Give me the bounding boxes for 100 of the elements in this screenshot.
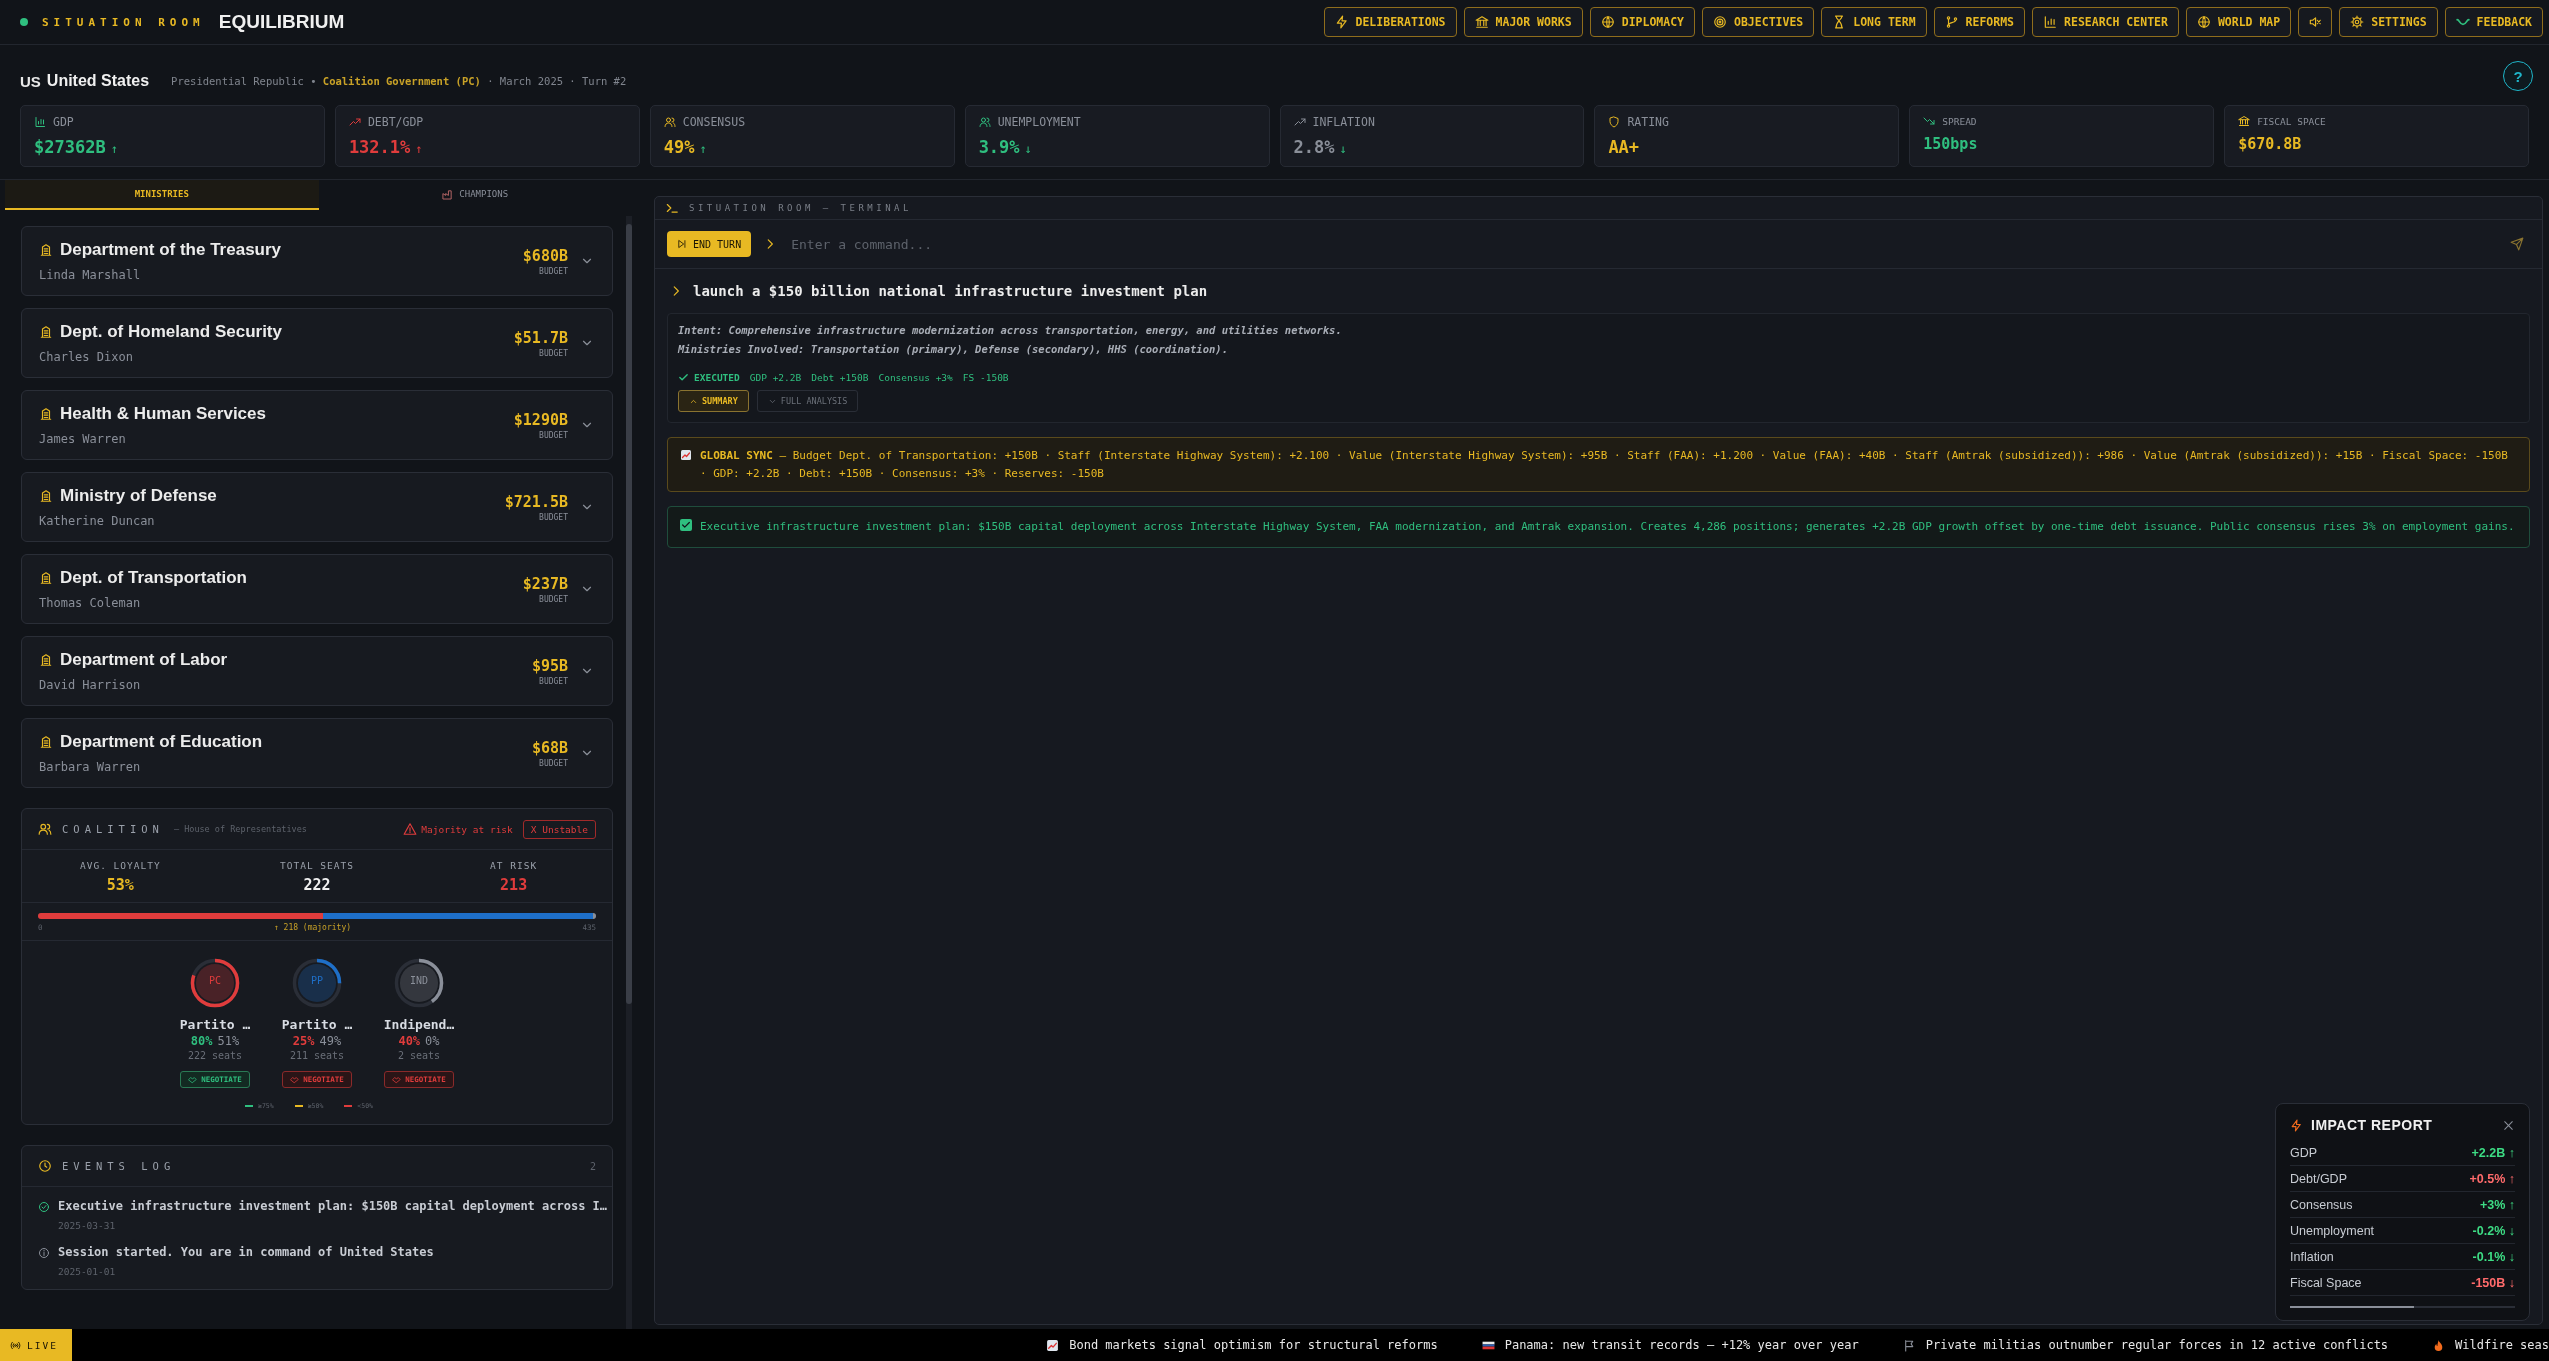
status-badge: X Unstable bbox=[522, 819, 596, 839]
minister-name: James Warren bbox=[39, 432, 127, 446]
ministry-card[interactable]: Department of the Treasury Linda Marshall $680B BUDGET bbox=[21, 226, 613, 296]
seat-share: 49% bbox=[319, 1034, 342, 1048]
nav-button[interactable]: SETTINGS bbox=[2339, 7, 2438, 37]
app-title: EQUILIBRIUM bbox=[218, 11, 345, 33]
ministry-card[interactable]: Dept. of Homeland Security Charles Dixon $51.7B BUDGET bbox=[21, 308, 613, 378]
ministry-card[interactable]: Department of Education Barbara Warren $68B BUDGET bbox=[21, 718, 613, 788]
loyalty-value: 40% bbox=[398, 1034, 421, 1048]
nav-button[interactable]: DELIBERATIONS bbox=[1323, 7, 1457, 37]
metric-value: +0.5% ↑ bbox=[2469, 1171, 2515, 1186]
nav-button[interactable]: REFORMS bbox=[1933, 7, 2026, 37]
ministry-name: Department of the Treasury bbox=[60, 240, 282, 260]
metric-label: Inflation bbox=[2290, 1249, 2334, 1264]
budget-label: BUDGET bbox=[539, 676, 568, 686]
trend-arrow: ↓ bbox=[1339, 142, 1347, 156]
effect-text: Debt +150B bbox=[811, 372, 869, 383]
nav-button[interactable]: WORLD MAP bbox=[2185, 7, 2292, 37]
seat-count: 211 seats bbox=[289, 1050, 345, 1061]
event-text: Executive infrastructure investment plan: $150B capital deployment across I… bbox=[58, 1199, 608, 1213]
party-name: Partito … bbox=[281, 1017, 353, 1032]
ministry-name: Ministry of Defense bbox=[60, 486, 217, 506]
metric-value: -0.2% ↓ bbox=[2472, 1223, 2515, 1238]
intent-text: Intent: Comprehensive infrastructure modernization across transportation, energy, and utilities networks. bbox=[678, 324, 1343, 336]
nav-button[interactable]: LONG TERM bbox=[1821, 7, 1927, 37]
metric-label: Fiscal Space bbox=[2290, 1275, 2362, 1290]
ministry-name: Dept. of Homeland Security bbox=[60, 322, 282, 342]
loyalty-value: 80% bbox=[190, 1034, 213, 1048]
metric-label: Consensus bbox=[2290, 1197, 2353, 1212]
tab[interactable]: MINISTRIES bbox=[5, 180, 319, 210]
party-abbreviation: PC bbox=[207, 975, 222, 986]
party-name: Indipend… bbox=[383, 1017, 455, 1032]
ministry-card[interactable]: Health & Human Services James Warren $1290B BUDGET bbox=[21, 390, 613, 460]
view-toggle[interactable]: SUMMARY bbox=[678, 390, 749, 412]
budget-label: BUDGET bbox=[539, 512, 568, 522]
command-field[interactable]: Enter a command... bbox=[789, 235, 2498, 253]
chamber-label: — House of Representatives bbox=[173, 824, 307, 834]
nav-button[interactable]: FEEDBACK bbox=[2444, 7, 2543, 37]
kpi-label: INFLATION bbox=[1312, 115, 1375, 129]
panel-title: SITUATION ROOM — TERMINAL bbox=[689, 203, 912, 213]
ticker-text: Bond markets signal optimism for structural reforms bbox=[1069, 1338, 1438, 1352]
country-name: United States bbox=[46, 72, 150, 90]
ticker-text: Private militias outnumber regular forces in 12 active conflicts bbox=[1925, 1338, 2389, 1352]
kpi-value: 132.1% bbox=[348, 137, 411, 157]
kpi-value: $27362B bbox=[34, 137, 106, 157]
majority-label: ↑ 218 (majority) bbox=[273, 923, 351, 932]
party-abbreviation: IND bbox=[408, 975, 430, 986]
nav-button[interactable]: DIPLOMACY bbox=[1589, 7, 1695, 37]
kpi-label: SPREAD bbox=[1942, 115, 1977, 127]
budget-label: BUDGET bbox=[539, 430, 568, 440]
ministry-name: Dept. of Transportation bbox=[60, 568, 247, 588]
trend-arrow: ↑ bbox=[699, 142, 707, 156]
stat-label: AT RISK bbox=[490, 860, 538, 871]
stat-label: TOTAL SEATS bbox=[280, 860, 354, 871]
kpi-label: DEBT/GDP bbox=[367, 115, 424, 129]
metric-value: -150B ↓ bbox=[2471, 1275, 2515, 1290]
country-code: US bbox=[20, 72, 41, 90]
nav-button[interactable]: MAJOR WORKS bbox=[1463, 7, 1583, 37]
stat-value: 213 bbox=[500, 876, 528, 894]
kpi-value: 150bps bbox=[1923, 135, 1978, 153]
ministry-card[interactable]: Dept. of Transportation Thomas Coleman $237B BUDGET bbox=[21, 554, 613, 624]
event-date: 2025-01-01 bbox=[58, 1266, 117, 1277]
minister-name: Linda Marshall bbox=[39, 268, 142, 282]
party-abbreviation: PP bbox=[309, 975, 324, 986]
seat-count: 2 seats bbox=[397, 1050, 441, 1061]
metric-value: +3% ↑ bbox=[2479, 1197, 2515, 1212]
ministry-card[interactable]: Ministry of Defense Katherine Duncan $721.5B BUDGET bbox=[21, 472, 613, 542]
ticker-text: Wildfire seas bbox=[2455, 1338, 2549, 1352]
trend-arrow: ↑ bbox=[415, 142, 423, 156]
event-date: 2025-03-31 bbox=[58, 1220, 117, 1231]
budget-value: $68B bbox=[531, 738, 568, 757]
kpi-label: CONSENSUS bbox=[682, 115, 746, 129]
status-label: EXECUTED bbox=[694, 372, 740, 383]
stat-value: 222 bbox=[303, 876, 331, 894]
nav-button[interactable]: OBJECTIVES bbox=[1702, 7, 1815, 37]
trend-arrow: ↓ bbox=[1024, 142, 1032, 156]
stat-value: 53% bbox=[106, 876, 134, 894]
budget-label: BUDGET bbox=[539, 594, 568, 604]
budget-value: $237B bbox=[522, 574, 568, 593]
budget-label: BUDGET bbox=[539, 266, 568, 276]
nav-button[interactable]: RESEARCH CENTER bbox=[2032, 7, 2179, 37]
panel-title: EVENTS LOG bbox=[62, 1160, 176, 1172]
ministry-name: Department of Labor bbox=[60, 650, 228, 670]
budget-value: $721.5B bbox=[504, 492, 568, 511]
ministry-card[interactable]: Department of Labor David Harrison $95B BUDGET bbox=[21, 636, 613, 706]
metric-value: -0.1% ↓ bbox=[2472, 1249, 2515, 1264]
minister-name: Barbara Warren bbox=[39, 760, 142, 774]
budget-value: $51.7B bbox=[513, 328, 568, 347]
ministry-name: Department of Education bbox=[60, 732, 263, 752]
ministries-involved-text: Ministries Involved: Transportation (primary), Defense (secondary), HHS (coordination). bbox=[678, 343, 1229, 355]
view-toggle[interactable]: FULL ANALYSIS bbox=[756, 390, 859, 412]
outcome-text: Executive infrastructure investment plan: $150B capital deployment across Interstate Highway System, FAA modernization, and Amtrak expansion. Creates 4,286 positions; generates +2.2B GDP growth offset by one-time debt issuance. Public consensus rises 3% on employment gains. bbox=[700, 519, 2515, 536]
country-subtitle: Presidential Republic • Coalition Government (PC) · March 2025 · Turn #2 bbox=[171, 75, 627, 87]
tab[interactable]: CHAMPIONS bbox=[318, 180, 632, 210]
effect-text: GDP +2.2B bbox=[749, 372, 802, 383]
end-turn-button[interactable]: END TURN bbox=[667, 231, 752, 257]
budget-label: BUDGET bbox=[539, 348, 568, 358]
budget-value: $680B bbox=[522, 246, 568, 265]
help-button[interactable]: ? bbox=[2503, 61, 2533, 91]
minister-name: Thomas Coleman bbox=[39, 596, 142, 610]
